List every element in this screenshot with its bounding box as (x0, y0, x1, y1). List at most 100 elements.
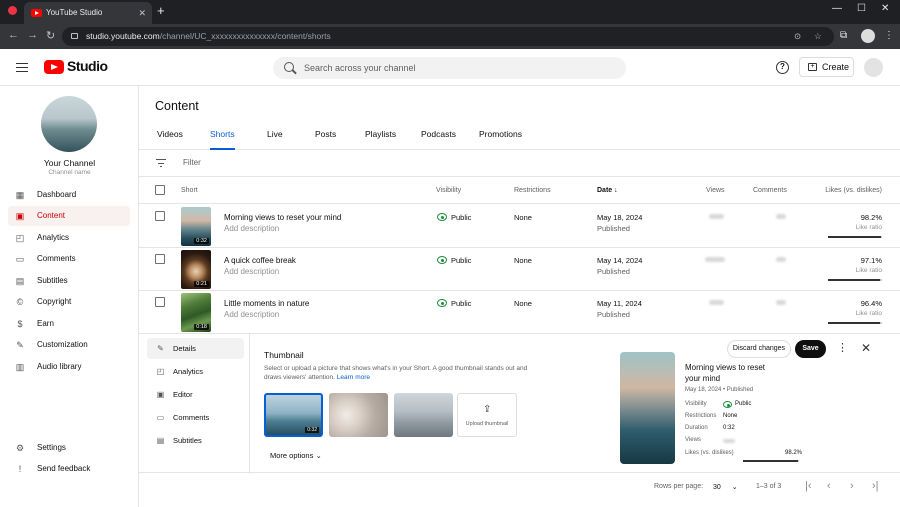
filter-bar[interactable]: Filter (139, 150, 900, 177)
zoom-icon[interactable]: ⊙ (794, 27, 801, 46)
minimize-icon[interactable]: — (832, 3, 842, 14)
thumbnail-option[interactable] (394, 393, 453, 437)
help-icon[interactable]: ? (776, 61, 789, 74)
details-nav-details[interactable]: ✎ Details (147, 338, 244, 359)
thumbnail-option[interactable] (329, 393, 388, 437)
short-thumbnail[interactable]: 0:21 (181, 250, 211, 289)
short-title[interactable]: Morning views to reset your mind (224, 213, 341, 222)
short-title[interactable]: Little moments in nature (224, 299, 309, 308)
row-checkbox[interactable] (155, 254, 165, 264)
browser-kebab-icon[interactable]: ⋮ (884, 30, 894, 41)
sidebar-item-comments[interactable]: ▭ Comments (8, 249, 130, 269)
maximize-icon[interactable]: ☐ (857, 3, 866, 14)
sidebar-item-subtitles[interactable]: ▤ Subtitles (8, 271, 130, 291)
short-title[interactable]: A quick coffee break (224, 256, 296, 265)
previous-page-icon[interactable]: ‹ (827, 480, 831, 492)
upload-thumbnail-button[interactable]: ⇪ Upload thumbnail (457, 393, 517, 437)
comments-icon: ▭ (15, 254, 25, 264)
tab-posts[interactable]: Posts (315, 129, 336, 150)
sidebar-item-settings[interactable]: ⚙ Settings (8, 438, 130, 458)
back-icon[interactable]: ← (8, 29, 19, 41)
visibility-cell[interactable]: Public (437, 256, 471, 265)
window-close-icon[interactable]: ✕ (881, 3, 889, 14)
sidebar-item-earn[interactable]: $ Earn (8, 314, 130, 334)
bookmark-star-icon[interactable]: ☆ (814, 27, 822, 46)
channel-name[interactable]: Your Channel (0, 158, 139, 168)
sidebar-item-analytics[interactable]: ◰ Analytics (8, 228, 130, 248)
next-page-icon[interactable]: › (850, 480, 854, 492)
discard-changes-button[interactable]: Discard changes (727, 340, 791, 358)
like-ratio-label: Like ratio (855, 310, 882, 317)
table-row[interactable]: 0:21 A quick coffee break Add descriptio… (139, 248, 900, 291)
create-button[interactable]: + Create (799, 57, 854, 77)
tab-live[interactable]: Live (267, 129, 283, 150)
details-nav-subtitles[interactable]: ▤ Subtitles (147, 430, 244, 451)
learn-more-link[interactable]: Learn more (337, 374, 370, 381)
duration-badge: 0:32 (194, 238, 209, 244)
studio-logo-text[interactable]: Studio (67, 58, 108, 74)
tab-promotions[interactable]: Promotions (479, 129, 522, 150)
tab-podcasts[interactable]: Podcasts (421, 129, 456, 150)
filter-icon[interactable] (156, 159, 166, 167)
channel-avatar[interactable] (41, 96, 97, 152)
browser-tab[interactable]: YouTube Studio ✕ (24, 2, 152, 24)
sidebar-item-content[interactable]: ▣ Content (8, 206, 130, 226)
duration-badge: 0:18 (194, 324, 209, 330)
tab-shorts[interactable]: Shorts (210, 129, 235, 150)
preview-restrictions-value: None (723, 413, 738, 419)
upload-thumbnail-label: Upload thumbnail (465, 421, 509, 427)
account-avatar[interactable] (864, 58, 883, 77)
short-thumbnail[interactable]: 0:18 (181, 293, 211, 332)
more-options-button[interactable]: More options ⌄ (270, 451, 322, 460)
thumbnail-option-selected[interactable]: 0:32 (264, 393, 323, 437)
tab-videos[interactable]: Videos (157, 129, 183, 150)
table-row[interactable]: 0:18 Little moments in nature Add descri… (139, 291, 900, 334)
close-tab-icon[interactable]: ✕ (138, 2, 146, 24)
tab-playlists[interactable]: Playlists (365, 129, 396, 150)
settings-icon: ⚙ (15, 443, 25, 453)
pencil-icon: ✎ (157, 344, 164, 353)
last-page-icon[interactable]: ›| (872, 480, 879, 492)
details-nav-editor[interactable]: ▣ Editor (147, 384, 244, 405)
row-checkbox[interactable] (155, 297, 165, 307)
row-checkbox[interactable] (155, 211, 165, 221)
reload-icon[interactable]: ↻ (46, 29, 55, 42)
url-field[interactable]: studio.youtube.com/channel/UC_xxxxxxxxxx… (62, 27, 834, 46)
visibility-cell[interactable]: Public (437, 299, 471, 308)
browser-profile-avatar[interactable] (861, 29, 875, 43)
short-description[interactable]: Add description (224, 310, 279, 319)
browser-menu-icon[interactable] (8, 6, 17, 15)
forward-icon[interactable]: → (27, 29, 38, 41)
sidebar-item-audio-library[interactable]: ▥ Audio library (8, 357, 130, 377)
rows-per-page-select[interactable]: 30 ⌄ (713, 483, 738, 491)
save-button[interactable]: Save (795, 340, 826, 358)
sidebar-item-copyright[interactable]: © Copyright (8, 292, 130, 312)
short-thumbnail[interactable]: 0:32 (181, 207, 211, 246)
first-page-icon[interactable]: |‹ (805, 480, 812, 492)
short-description[interactable]: Add description (224, 267, 279, 276)
col-date[interactable]: Date ↓ (597, 187, 618, 194)
hamburger-menu-icon[interactable] (16, 63, 28, 72)
close-icon[interactable]: ✕ (861, 341, 871, 355)
extensions-icon[interactable]: ⧉ (840, 30, 847, 41)
details-nav-analytics[interactable]: ◰ Analytics (147, 361, 244, 382)
preview-duration-key: Duration (685, 425, 708, 431)
new-tab-icon[interactable]: + (157, 3, 165, 18)
eye-icon (437, 213, 447, 221)
select-all-checkbox[interactable] (155, 185, 165, 195)
sidebar-item-customization[interactable]: ✎ Customization (8, 335, 130, 355)
youtube-logo-icon[interactable] (44, 60, 64, 74)
preview-visibility-value[interactable]: Public (723, 401, 751, 408)
more-actions-icon[interactable]: ⋮ (837, 342, 848, 354)
short-description[interactable]: Add description (224, 224, 279, 233)
filter-input[interactable]: Filter (183, 158, 201, 167)
details-nav-comments[interactable]: ▭ Comments (147, 407, 244, 428)
table-row[interactable]: 0:32 Morning views to reset your mind Ad… (139, 205, 900, 248)
short-preview-player[interactable] (620, 352, 675, 464)
visibility-cell[interactable]: Public (437, 213, 471, 222)
site-info-icon[interactable] (71, 33, 78, 39)
chevron-down-icon: ⌄ (315, 451, 322, 460)
sidebar-item-send-feedback[interactable]: ! Send feedback (8, 459, 130, 479)
sidebar-item-dashboard[interactable]: ▦ Dashboard (8, 185, 130, 205)
search-input[interactable]: Search across your channel (273, 57, 626, 79)
